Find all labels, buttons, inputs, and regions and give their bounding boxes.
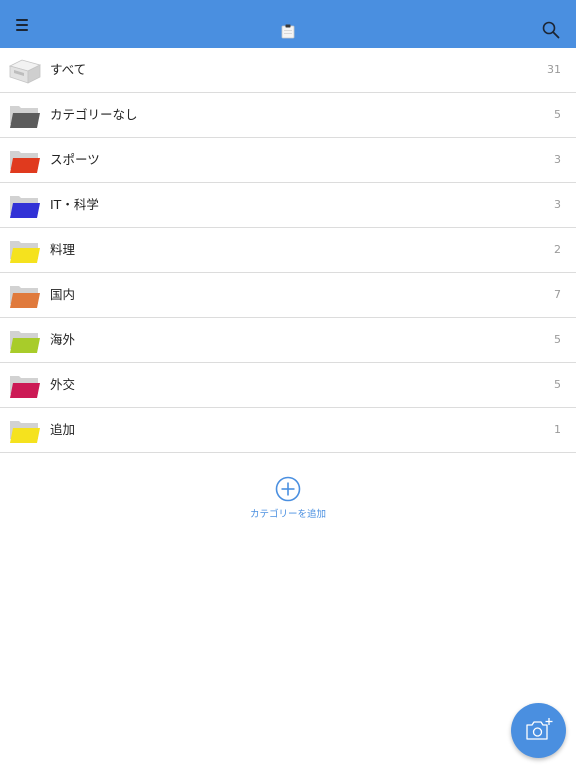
category-count: 3 [554,198,561,211]
category-label: 海外 [50,332,76,347]
camera-add-icon [526,718,553,740]
folder-icon [10,376,40,398]
category-count: 31 [547,63,561,76]
clipboard-icon [281,24,295,39]
category-count: 1 [554,423,561,436]
category-row[interactable]: 海外 5 [0,318,576,363]
plus-circle-icon [275,476,301,502]
add-category-button[interactable]: カテゴリーを追加 [238,476,338,522]
top-app-bar [0,0,576,48]
folder-icon [10,151,40,173]
folder-icon [10,241,40,263]
category-row[interactable]: すべて 31 [0,48,576,93]
category-label: 国内 [50,287,76,302]
inbox-tray-icon [8,59,42,84]
folder-icon [10,286,40,308]
category-row[interactable]: 料理 2 [0,228,576,273]
folder-icon [10,196,40,218]
category-label: カテゴリーなし [50,107,138,122]
category-count: 3 [554,153,561,166]
category-label: スポーツ [50,152,100,167]
category-row[interactable]: カテゴリーなし 5 [0,93,576,138]
category-count: 7 [554,288,561,301]
category-count: 5 [554,378,561,391]
category-row[interactable]: 国内 7 [0,273,576,318]
category-count: 5 [554,333,561,346]
camera-add-button[interactable] [511,703,566,758]
category-count: 2 [554,243,561,256]
category-label: IT・科学 [50,197,99,212]
category-list: すべて 31 カテゴリーなし 5 スポーツ 3 IT・科学 3 料理 2 国内 7 海外 5 外交 5 追加 1 [0,48,576,453]
category-row[interactable]: 追加 1 [0,408,576,453]
category-count: 5 [554,108,561,121]
folder-icon [10,421,40,443]
category-label: すべて [50,62,87,77]
category-row[interactable]: スポーツ 3 [0,138,576,183]
category-row[interactable]: 外交 5 [0,363,576,408]
category-label: 外交 [50,377,76,392]
folder-icon [10,106,40,128]
hamburger-icon[interactable] [14,17,34,33]
category-row[interactable]: IT・科学 3 [0,183,576,228]
category-label: 料理 [50,242,76,257]
folder-icon [10,331,40,353]
search-icon[interactable] [542,21,560,39]
category-label: 追加 [50,422,76,437]
add-category-label: カテゴリーを追加 [249,509,326,520]
